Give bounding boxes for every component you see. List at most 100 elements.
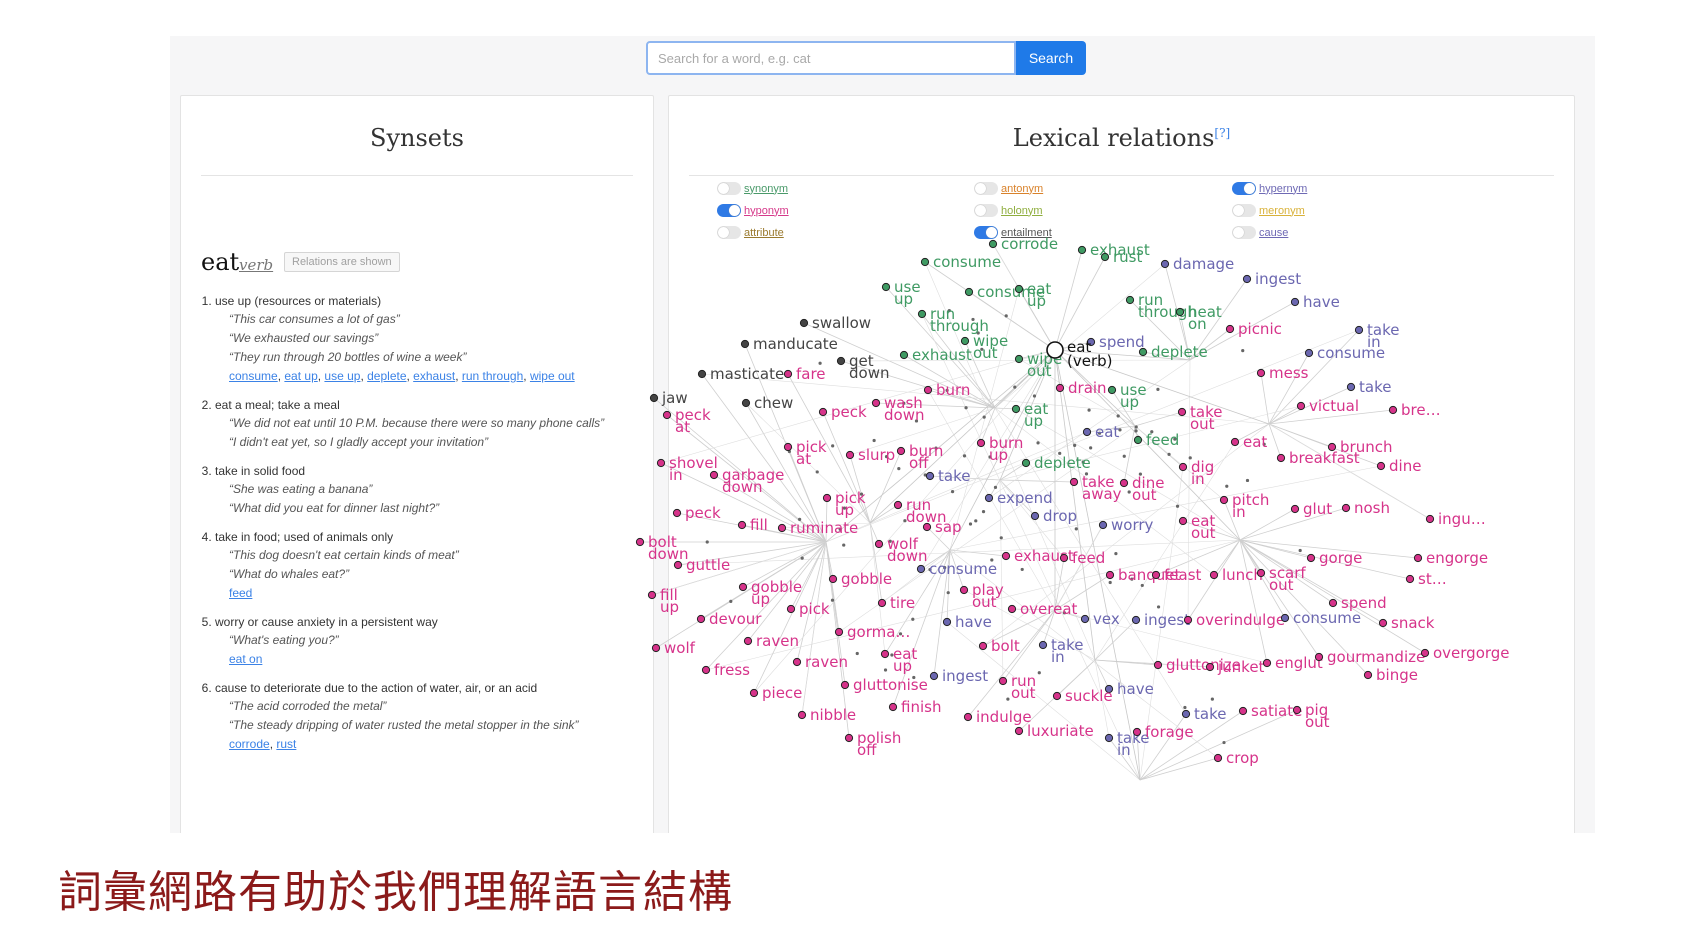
synonym-link[interactable]: rust	[276, 737, 296, 751]
help-link[interactable]: [?]	[1214, 126, 1230, 140]
graph-node-label: eat up	[1027, 280, 1051, 310]
graph-node-label: raven	[805, 653, 848, 671]
graph-node-label: engorge	[1426, 549, 1488, 567]
junction-dot	[1183, 705, 1187, 710]
graph-node-label: have	[1303, 293, 1340, 311]
graph-node-dot	[740, 339, 750, 349]
graph-node-dot	[1082, 427, 1092, 437]
graph-node-label: worry	[1111, 516, 1154, 534]
toggle-synonym[interactable]: synonym	[717, 182, 788, 195]
synonym-link[interactable]: use up	[324, 369, 360, 383]
graph-node-dot	[783, 442, 793, 452]
toggle-switch[interactable]	[974, 182, 998, 195]
junction-dot	[981, 510, 986, 514]
synonym-link[interactable]: feed	[229, 586, 252, 600]
toggle-switch[interactable]	[1232, 182, 1256, 195]
search-input[interactable]	[646, 41, 1016, 75]
graph-node-label: pick at	[796, 438, 827, 468]
graph-node-label: pitch in	[1232, 491, 1269, 521]
graph-node-label: wolf	[664, 639, 696, 657]
graph-node-label: ingu…	[1438, 510, 1486, 528]
graph-node-dot	[1209, 570, 1219, 580]
graph-node-dot	[743, 636, 753, 646]
toggle-antonym[interactable]: antonym	[974, 182, 1043, 195]
junction-dot	[897, 467, 901, 471]
graph-node-dot	[1098, 520, 1108, 530]
graph-node-dot	[738, 582, 748, 592]
toggle-switch[interactable]	[717, 204, 741, 217]
graph-node-label: spend	[1099, 333, 1145, 351]
graph-node-dot	[844, 733, 854, 743]
graph-node-dot	[845, 450, 855, 460]
toggle-switch[interactable]	[717, 182, 741, 195]
graph-node-dot	[917, 309, 927, 319]
graph-node-label: gorma…	[847, 623, 910, 641]
relations-badge: Relations are shown	[284, 252, 400, 272]
graph-node-label: get down	[849, 352, 889, 382]
toggle-switch[interactable]	[1232, 204, 1256, 217]
graph-node-label: dig in	[1191, 458, 1214, 488]
toggle-hypernym[interactable]: hypernym	[1232, 182, 1307, 195]
synonym-link[interactable]: eat on	[229, 652, 262, 666]
junction-dot	[1134, 425, 1138, 429]
graph-node-dot	[1280, 613, 1290, 623]
graph-node-label: ruminate	[790, 519, 858, 537]
graph-node-label: fill	[750, 516, 768, 534]
synonym-link[interactable]: exhaust	[413, 369, 455, 383]
graph-node-dot	[1132, 727, 1142, 737]
graph-node-dot	[1151, 570, 1161, 580]
graph-node-label: fress	[714, 661, 750, 679]
graph-node-dot	[920, 257, 930, 267]
graph-node-label: peck at	[675, 406, 711, 436]
junction-dot	[1037, 671, 1041, 675]
graph-edge	[999, 479, 1075, 483]
junction-dot	[1006, 697, 1010, 701]
graph-node-dot	[888, 702, 898, 712]
graph-node-dot	[786, 604, 796, 614]
junction-dot	[974, 519, 978, 523]
junction-dot	[842, 543, 846, 547]
part-of-speech: verb	[239, 256, 274, 274]
graph-node-label: take in	[1051, 636, 1083, 666]
graph-node-label: fare	[796, 365, 826, 383]
graph-canvas: corrode exhaustrust damageingesthavetake in…	[635, 235, 1510, 781]
graph-node-label: bre…	[1401, 401, 1441, 419]
graph-node-dot	[792, 657, 802, 667]
graph-node-label: finish	[901, 698, 941, 716]
toggle-switch[interactable]	[974, 204, 998, 217]
graph-node-dot	[656, 458, 666, 468]
synonym-link[interactable]: corrode	[229, 737, 270, 751]
graph-node-dot	[988, 239, 998, 249]
graph-node-label: feed	[1072, 549, 1105, 567]
graph-node-dot	[1354, 325, 1364, 335]
graph-node-label: eat	[1095, 423, 1119, 441]
graph-node-dot	[1420, 648, 1430, 658]
junction-dot	[1020, 567, 1024, 572]
graph-node-dot	[1014, 284, 1024, 294]
graph-node-label: piece	[762, 684, 802, 702]
graph-node-dot	[1125, 295, 1135, 305]
synonym-link[interactable]: eat up	[284, 369, 317, 383]
graph-node-dot	[922, 522, 932, 532]
toggle-meronym[interactable]: meronym	[1232, 204, 1305, 217]
graph-node-dot	[647, 590, 657, 600]
search-button[interactable]: Search	[1016, 41, 1086, 75]
toggle-hyponym[interactable]: hyponym	[717, 204, 789, 217]
graph-node-label: gobble up	[751, 578, 802, 608]
search-bar: Search	[646, 41, 1106, 75]
graph-node-label: drop	[1043, 507, 1077, 525]
graph-node-dot	[673, 560, 683, 570]
graph-node-dot	[1304, 348, 1314, 358]
synonym-link[interactable]: consume	[229, 369, 278, 383]
graph-node-dot	[984, 493, 994, 503]
graph-node-dot	[701, 665, 711, 675]
synonym-link[interactable]: run through	[462, 369, 523, 383]
graph-node-label: breakfast	[1289, 449, 1360, 467]
toggle-knob	[975, 183, 986, 194]
graph-node-dot	[1038, 640, 1048, 650]
toggle-holonym[interactable]: holonym	[974, 204, 1043, 217]
synonym-link[interactable]: deplete	[367, 369, 406, 383]
graph-node-label: burn	[936, 381, 970, 399]
graph-node-dot	[923, 385, 933, 395]
graph-node-dot	[1160, 259, 1170, 269]
